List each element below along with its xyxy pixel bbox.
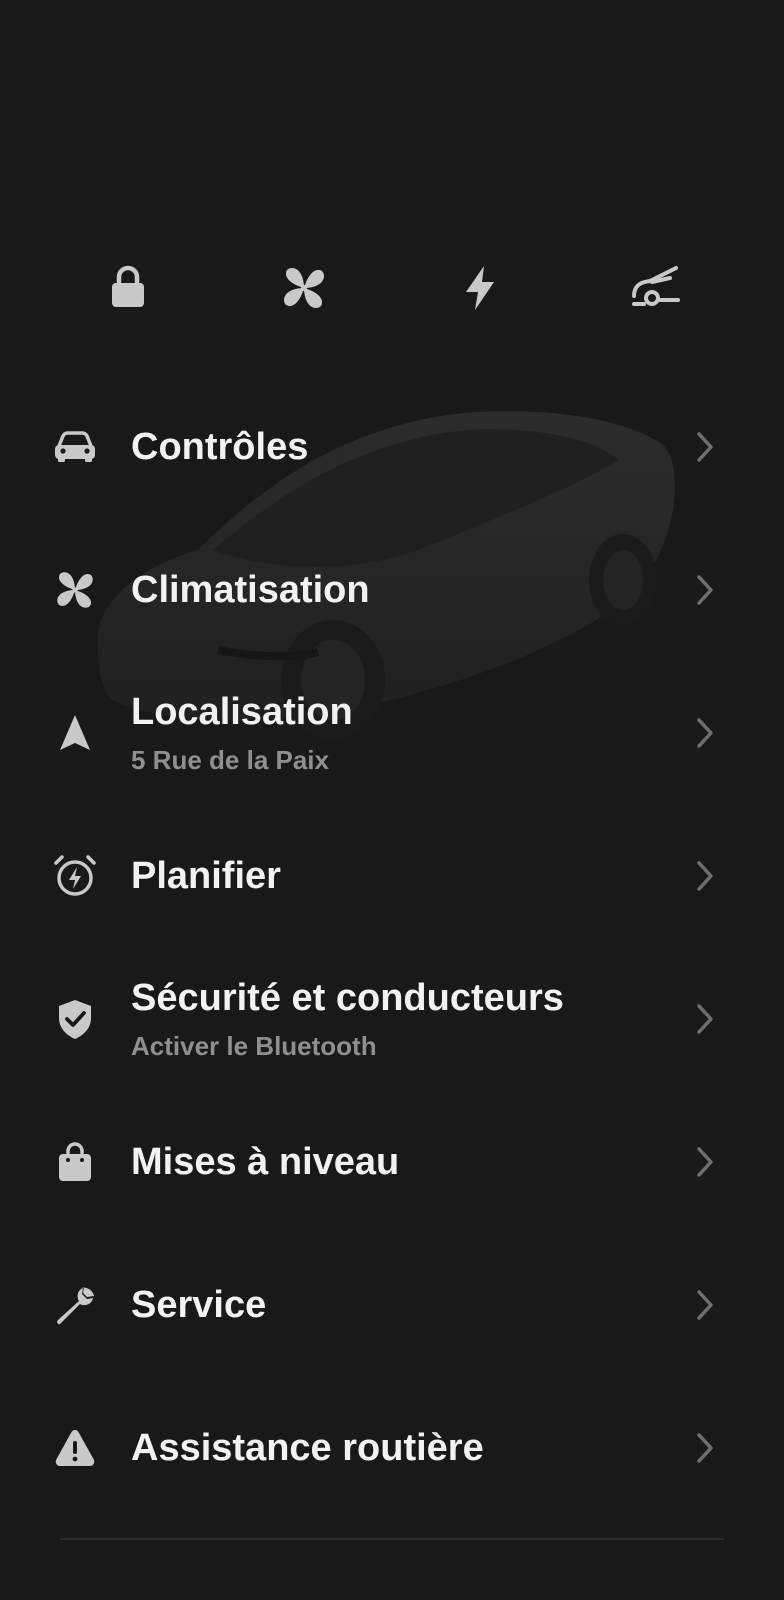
bottom-divider (60, 1538, 724, 1540)
chevron-right-icon (692, 859, 718, 893)
menu-item-mises-a-niveau[interactable]: Mises à niveau (0, 1090, 784, 1233)
menu-item-title: Planifier (131, 854, 281, 897)
climate-button[interactable] (264, 248, 344, 328)
vehicle-home-screen: Contrôles Climatisation Localisation 5 R… (0, 0, 784, 1600)
fan-icon (50, 565, 100, 615)
quick-actions-bar (0, 248, 784, 328)
alarm-clock-charge-icon (50, 851, 100, 901)
menu-item-securite[interactable]: Sécurité et conducteurs Activer le Bluet… (0, 947, 784, 1090)
menu-item-title: Sécurité et conducteurs (131, 976, 564, 1019)
chevron-right-icon (692, 1288, 718, 1322)
menu-item-climatisation[interactable]: Climatisation (0, 518, 784, 661)
menu-item-assistance-routiere[interactable]: Assistance routière (0, 1376, 784, 1519)
chevron-right-icon (692, 1145, 718, 1179)
navigation-arrow-icon (50, 708, 100, 758)
wrench-icon (50, 1280, 100, 1330)
menu-item-title: Mises à niveau (131, 1140, 400, 1183)
chevron-right-icon (692, 716, 718, 750)
lightning-icon (466, 266, 494, 310)
menu-item-title: Service (131, 1283, 267, 1326)
settings-menu: Contrôles Climatisation Localisation 5 R… (0, 375, 784, 1519)
menu-item-title: Contrôles (131, 425, 309, 468)
chevron-right-icon (692, 573, 718, 607)
chevron-right-icon (692, 1002, 718, 1036)
menu-item-title: Assistance routière (131, 1426, 484, 1469)
fan-icon (284, 268, 324, 308)
trunk-button[interactable] (616, 248, 696, 328)
menu-item-controles[interactable]: Contrôles (0, 375, 784, 518)
menu-item-subtitle: 5 Rue de la Paix (131, 744, 329, 775)
lock-icon (112, 265, 144, 307)
menu-item-localisation[interactable]: Localisation 5 Rue de la Paix (0, 661, 784, 804)
trunk-open-icon (632, 266, 680, 306)
menu-item-title: Climatisation (131, 568, 370, 611)
car-icon (50, 422, 100, 472)
chevron-right-icon (692, 430, 718, 464)
shopping-bag-icon (50, 1137, 100, 1187)
lock-button[interactable] (88, 248, 168, 328)
charge-button[interactable] (440, 248, 520, 328)
chevron-right-icon (692, 1431, 718, 1465)
menu-item-subtitle: Activer le Bluetooth (131, 1030, 377, 1061)
menu-item-planifier[interactable]: Planifier (0, 804, 784, 947)
shield-check-icon (50, 994, 100, 1044)
warning-triangle-icon (50, 1423, 100, 1473)
menu-item-title: Localisation (131, 690, 353, 733)
menu-item-service[interactable]: Service (0, 1233, 784, 1376)
